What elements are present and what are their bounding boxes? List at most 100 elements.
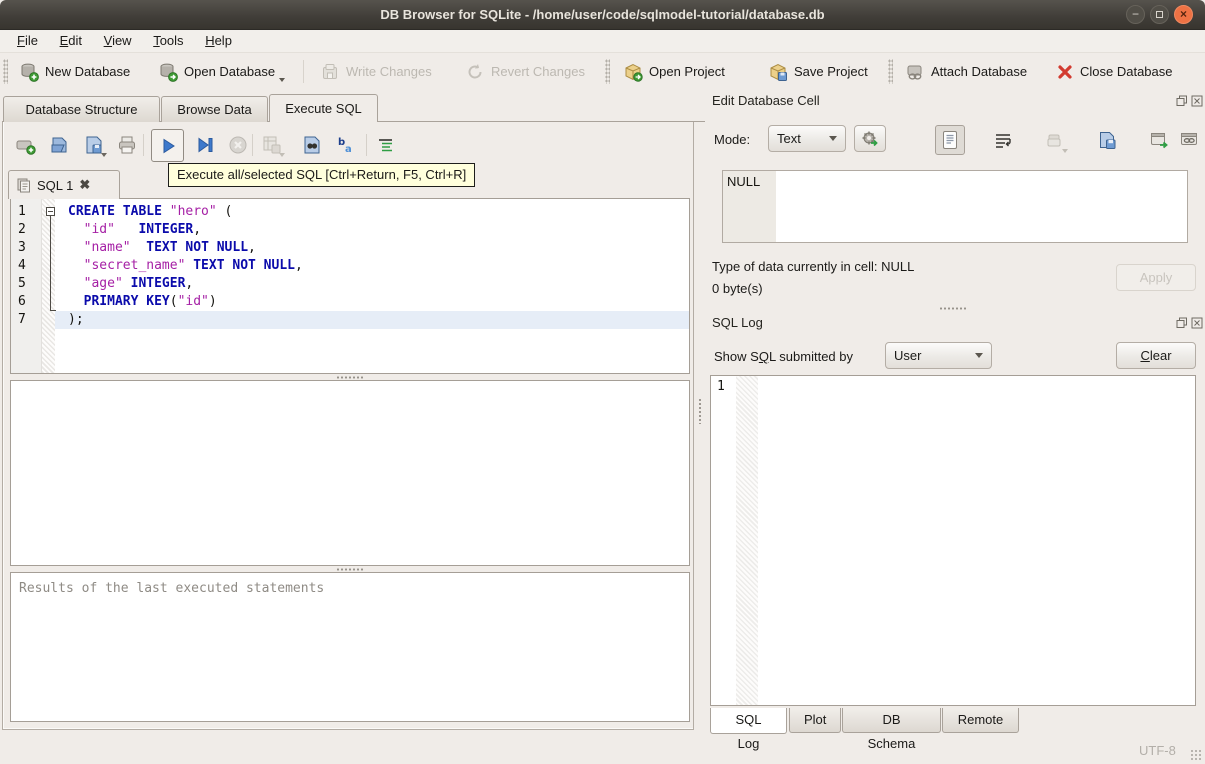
close-panel-icon[interactable] — [1191, 317, 1203, 329]
cell-value-editor[interactable]: NULL — [722, 170, 1188, 243]
new-database-icon — [21, 63, 39, 82]
save-sql-file-button[interactable] — [80, 131, 108, 159]
execute-current-line-button[interactable] — [191, 131, 219, 159]
toolbar-drag-handle[interactable] — [888, 59, 893, 84]
apply-button: Apply — [1116, 264, 1196, 291]
find-button[interactable] — [298, 131, 326, 159]
write-changes-icon — [323, 63, 337, 79]
editor-line-3[interactable]: 3 "name" TEXT NOT NULL, — [11, 239, 689, 257]
editor-line-7[interactable]: 7); — [11, 311, 689, 329]
print-button[interactable] — [113, 131, 141, 159]
open-database-dropdown-icon[interactable] — [279, 78, 286, 82]
new-sql-tab-icon — [16, 140, 36, 155]
log-filter-combobox[interactable]: User — [885, 342, 992, 369]
editor-line-2[interactable]: 2 "id" INTEGER, — [11, 221, 689, 239]
write-changes-label: Write Changes — [346, 64, 432, 79]
menu-file[interactable]: File — [8, 30, 47, 52]
save-project-label: Save Project — [794, 64, 868, 79]
editor-line-5[interactable]: 5 "age" INTEGER, — [11, 275, 689, 293]
svg-text:a: a — [345, 144, 352, 155]
menu-help[interactable]: Help — [196, 30, 241, 52]
open-in-external-app-button[interactable] — [1144, 125, 1174, 155]
bottom-tab-db-schema[interactable]: DB Schema — [842, 708, 941, 751]
resize-grip[interactable] — [1190, 749, 1202, 761]
sql-log-panel-title: SQL Log — [712, 315, 763, 330]
sql-toolbar-separator — [252, 134, 253, 156]
editor-line-4[interactable]: 4 "secret_name" TEXT NOT NULL, — [11, 257, 689, 275]
find-icon — [304, 136, 320, 154]
save-sql-dropdown-icon[interactable] — [101, 153, 107, 157]
line-text: "id" INTEGER, — [83, 222, 202, 237]
results-message-pane[interactable]: Results of the last executed statements — [10, 572, 690, 722]
fold-margin — [42, 311, 55, 329]
minimize-button[interactable]: − — [1126, 5, 1145, 24]
cell-value: NULL — [727, 174, 761, 189]
titlebar[interactable]: DB Browser for SQLite - /home/user/code/… — [0, 0, 1205, 30]
menu-edit[interactable]: Edit — [51, 30, 91, 52]
main-toolbar: New Database Open Database Write Changes — [0, 53, 1205, 90]
write-changes-button: Write Changes — [314, 57, 438, 86]
close-button[interactable]: × — [1174, 5, 1193, 24]
dock-splitter-handle[interactable] — [698, 398, 703, 424]
sql1-tab-close-icon[interactable]: ✖ — [79, 177, 90, 193]
editor-line-6[interactable]: 6 PRIMARY KEY("id") — [11, 293, 689, 311]
apply-mode-button[interactable] — [854, 125, 886, 152]
save-project-button[interactable]: Save Project — [762, 57, 874, 86]
toolbar-drag-handle[interactable] — [605, 59, 610, 84]
open-database-button[interactable]: Open Database — [152, 57, 291, 86]
format-sql-button[interactable] — [372, 131, 400, 159]
results-grid-pane[interactable] — [10, 380, 690, 566]
attach-database-button[interactable]: Attach Database — [899, 57, 1033, 86]
encoding-status: UTF-8 — [1139, 743, 1176, 758]
tab-browse-data[interactable]: Browse Data — [161, 96, 268, 122]
open-sql-file-button[interactable] — [46, 131, 74, 159]
sql1-tab[interactable]: SQL 1 ✖ — [8, 170, 120, 199]
line-number: 2 — [18, 222, 26, 237]
line-number: 5 — [18, 276, 26, 291]
attach-database-label: Attach Database — [931, 64, 1028, 79]
tab-execute-sql[interactable]: Execute SQL — [269, 94, 378, 122]
find-replace-icon: b a — [338, 137, 352, 155]
sql1-tab-label: SQL 1 — [37, 177, 74, 193]
sql-document-icon — [17, 178, 30, 192]
editor-line-1[interactable]: 1 CREATE TABLE "hero" ( — [11, 203, 689, 221]
sql-log-view[interactable]: 1 — [710, 375, 1196, 706]
close-database-button[interactable]: Close Database — [1050, 57, 1179, 86]
menu-tools[interactable]: Tools — [144, 30, 192, 52]
menu-view[interactable]: View — [95, 30, 141, 52]
mode-value: Text — [777, 131, 801, 146]
bottom-tab-remote[interactable]: Remote — [942, 708, 1019, 733]
execute-all-sql-button[interactable] — [151, 129, 184, 162]
new-sql-tab-button[interactable] — [12, 131, 40, 159]
text-mode-button[interactable] — [935, 125, 965, 155]
new-database-button[interactable]: New Database — [13, 57, 136, 86]
tab-database-structure[interactable]: Database Structure — [3, 96, 160, 122]
fold-marker-icon[interactable] — [46, 207, 55, 216]
open-project-button[interactable]: Open Project — [617, 57, 731, 86]
float-panel-icon[interactable] — [1176, 95, 1188, 107]
toolbar-drag-handle[interactable] — [3, 59, 8, 84]
clear-log-button[interactable]: Clear — [1116, 342, 1196, 369]
log-filter-value: User — [894, 348, 922, 363]
menubar: File Edit View Tools Help — [0, 30, 1205, 53]
line-text: PRIMARY KEY("id") — [83, 294, 217, 309]
cell-log-splitter[interactable] — [940, 306, 966, 311]
format-sql-icon — [379, 139, 392, 152]
copy-link-button[interactable] — [1176, 125, 1202, 155]
find-replace-button[interactable]: b a — [332, 131, 360, 159]
stop-execution-button — [224, 131, 252, 159]
bottom-tab-sql-log[interactable]: SQL Log — [710, 708, 787, 751]
mode-combobox[interactable]: Text — [768, 125, 846, 152]
export-to-file-button[interactable] — [1092, 125, 1122, 155]
sql-editor-rows: 1 CREATE TABLE "hero" (2 "id" INTEGER, 3 "… — [11, 203, 689, 329]
log-line-number: 1 — [717, 379, 725, 394]
close-panel-icon[interactable] — [1191, 95, 1203, 107]
sql-code-editor[interactable]: 1 CREATE TABLE "hero" (2 "id" INTEGER, 3 "… — [10, 198, 690, 374]
word-wrap-button[interactable] — [988, 125, 1018, 155]
fold-guide-corner — [50, 310, 56, 311]
maximize-icon — [1156, 11, 1163, 18]
chevron-down-icon — [975, 353, 983, 358]
maximize-button[interactable] — [1150, 5, 1169, 24]
bottom-tab-plot[interactable]: Plot — [789, 708, 841, 733]
float-panel-icon[interactable] — [1176, 317, 1188, 329]
